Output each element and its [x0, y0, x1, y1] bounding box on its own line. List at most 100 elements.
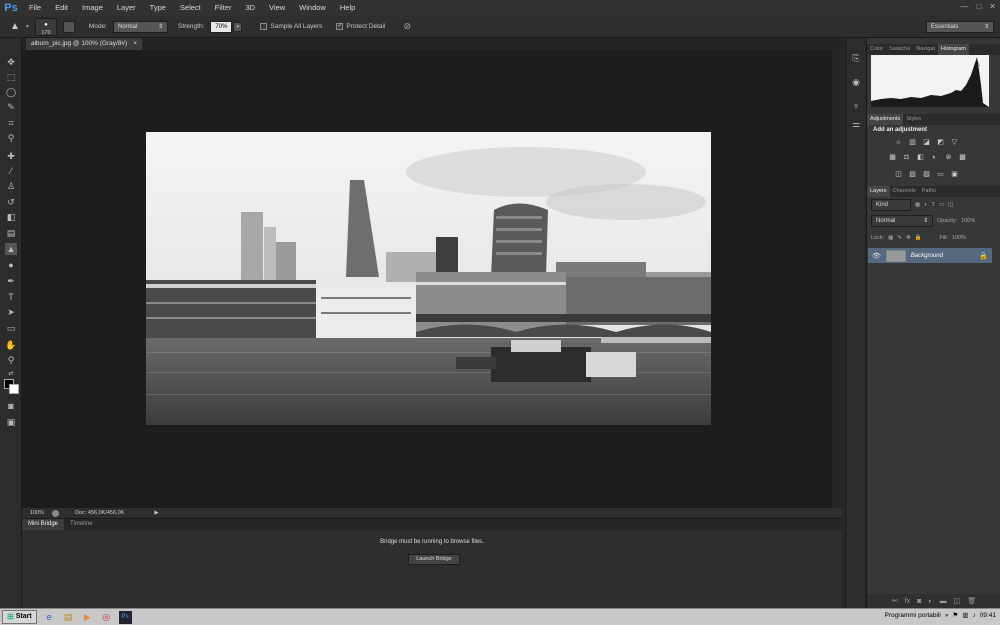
- levels-icon[interactable]: ▥: [907, 138, 918, 147]
- threshold-icon[interactable]: ▧: [921, 170, 932, 179]
- tab-mini-bridge[interactable]: Mini Bridge: [22, 519, 65, 530]
- clock[interactable]: 09:41: [980, 612, 996, 619]
- eyedropper-tool-icon[interactable]: ⚲: [5, 132, 17, 144]
- crop-tool-icon[interactable]: ⌗: [5, 117, 17, 129]
- canvas-scrollbar[interactable]: [832, 50, 842, 508]
- actions-panel-icon[interactable]: ♆: [850, 100, 862, 112]
- new-layer-icon[interactable]: ◫: [954, 597, 961, 605]
- delete-layer-icon[interactable]: 🗑: [967, 597, 976, 605]
- photoshop-taskbar-icon[interactable]: Ps: [118, 610, 132, 624]
- status-info-icon[interactable]: [52, 509, 60, 517]
- close-tab-icon[interactable]: ×: [133, 38, 137, 50]
- fill-value[interactable]: 100%: [952, 235, 966, 241]
- shape-tool-icon[interactable]: ▭: [5, 322, 17, 334]
- hand-tool-icon[interactable]: ✋: [5, 339, 17, 351]
- volume-icon[interactable]: ♪: [972, 612, 975, 619]
- brightness-icon[interactable]: ☼: [893, 138, 904, 147]
- history-panel-icon[interactable]: ⎘: [850, 52, 862, 64]
- tray-label[interactable]: Programmi portabili: [885, 612, 941, 619]
- posterize-icon[interactable]: ▨: [907, 170, 918, 179]
- protect-detail-checkbox[interactable]: ✓ Protect Detail: [336, 22, 385, 30]
- new-adjustment-icon[interactable]: ◐: [928, 598, 932, 605]
- network-icon[interactable]: ▥: [962, 611, 968, 619]
- sharpen-tool-icon[interactable]: ▲: [5, 243, 17, 255]
- color-lookup-icon[interactable]: ▩: [957, 153, 968, 162]
- menu-help[interactable]: Help: [333, 0, 362, 16]
- quick-select-tool-icon[interactable]: ✎: [5, 101, 17, 113]
- path-selection-tool-icon[interactable]: ➤: [5, 306, 17, 318]
- vibrance-icon[interactable]: ▽: [949, 138, 960, 147]
- chevron-down-icon[interactable]: ▾: [26, 23, 29, 30]
- curves-icon[interactable]: ◪: [921, 138, 932, 147]
- zoom-tool-icon[interactable]: ⚲: [5, 354, 17, 366]
- link-layers-icon[interactable]: ⚯: [892, 597, 898, 605]
- pen-tool-icon[interactable]: ✒: [5, 275, 17, 287]
- eraser-tool-icon[interactable]: ◧: [5, 211, 17, 223]
- status-menu-arrow-icon[interactable]: ▶: [154, 510, 158, 516]
- filter-type-icon[interactable]: T: [932, 202, 935, 208]
- lock-transparent-icon[interactable]: ▦: [888, 235, 893, 241]
- selective-color-icon[interactable]: ▣: [949, 170, 960, 179]
- tray-arrow-icon[interactable]: »: [945, 612, 949, 619]
- opacity-value[interactable]: 100%: [961, 218, 975, 224]
- move-tool-icon[interactable]: ✥: [5, 56, 17, 68]
- brush-size-picker[interactable]: ● 170: [34, 17, 57, 36]
- menu-edit[interactable]: Edit: [48, 0, 75, 16]
- tab-timeline[interactable]: Timeline: [64, 519, 98, 530]
- pressure-icon[interactable]: ⊘: [403, 21, 411, 32]
- lock-image-icon[interactable]: ✎: [897, 235, 902, 241]
- tab-histogram[interactable]: Histogram: [937, 44, 969, 55]
- menu-view[interactable]: View: [262, 0, 292, 16]
- menu-3d[interactable]: 3D: [238, 0, 262, 16]
- menu-select[interactable]: Select: [173, 0, 208, 16]
- tab-channels[interactable]: Channels: [890, 186, 919, 197]
- marquee-tool-icon[interactable]: ⬚: [5, 71, 17, 83]
- invert-icon[interactable]: ◫: [893, 170, 904, 179]
- clone-stamp-tool-icon[interactable]: ♙: [5, 180, 17, 192]
- menu-image[interactable]: Image: [75, 0, 110, 16]
- menu-filter[interactable]: Filter: [208, 0, 239, 16]
- filter-smart-icon[interactable]: ◫: [948, 202, 953, 208]
- tab-navigator[interactable]: Navigat: [913, 44, 938, 55]
- file-explorer-icon[interactable]: ▤: [62, 611, 75, 624]
- history-brush-tool-icon[interactable]: ↺: [5, 196, 17, 208]
- media-player-icon[interactable]: ▶: [81, 611, 94, 624]
- internet-explorer-icon[interactable]: e: [43, 611, 56, 624]
- tab-swatches[interactable]: Swatche: [886, 44, 913, 55]
- tab-color[interactable]: Color: [867, 44, 886, 55]
- dodge-tool-icon[interactable]: ●: [5, 259, 17, 271]
- channel-mixer-icon[interactable]: ⊛: [943, 153, 954, 162]
- menu-window[interactable]: Window: [292, 0, 333, 16]
- tool-presets-panel-icon[interactable]: ⚌: [850, 118, 862, 130]
- lock-all-icon[interactable]: 🔒: [915, 235, 922, 241]
- menu-file[interactable]: File: [22, 0, 48, 16]
- filter-adjustment-icon[interactable]: ◐: [924, 202, 927, 208]
- lock-position-icon[interactable]: ✥: [906, 235, 911, 241]
- gradient-tool-icon[interactable]: ▤: [5, 227, 17, 239]
- add-mask-icon[interactable]: ◙: [917, 598, 921, 605]
- close-button[interactable]: ✕: [989, 2, 996, 11]
- flag-icon[interactable]: ⚑: [952, 611, 958, 619]
- sample-all-layers-checkbox[interactable]: Sample All Layers: [260, 22, 322, 30]
- gradient-map-icon[interactable]: ▭: [935, 170, 946, 179]
- tab-paths[interactable]: Paths: [919, 186, 939, 197]
- canvas-area[interactable]: [22, 50, 842, 508]
- mode-select[interactable]: Normal ⇕: [113, 20, 168, 33]
- document-tab[interactable]: album_pic.jpg @ 100% (Gray/8#) ×: [26, 38, 142, 50]
- hue-saturation-icon[interactable]: ▦: [887, 153, 898, 162]
- workspace-select[interactable]: Essentials ⇕: [926, 21, 994, 33]
- visibility-eye-icon[interactable]: 👁: [872, 252, 881, 260]
- background-color-swatch[interactable]: [9, 384, 19, 394]
- blend-mode-select[interactable]: Normal ⇕: [871, 215, 933, 227]
- start-button[interactable]: ⊞ Start: [2, 610, 37, 624]
- tab-layers[interactable]: Layers: [867, 186, 890, 197]
- color-balance-icon[interactable]: ⚖: [901, 153, 912, 162]
- quick-mask-icon[interactable]: ◙: [5, 400, 17, 412]
- new-group-icon[interactable]: ▬: [940, 598, 947, 605]
- tab-adjustments[interactable]: Adjustments: [867, 114, 904, 125]
- kind-filter-select[interactable]: Kind: [871, 199, 911, 211]
- launch-bridge-button[interactable]: Launch Bridge: [408, 554, 460, 565]
- filter-shape-icon[interactable]: ▭: [939, 202, 944, 208]
- minimize-button[interactable]: —: [960, 2, 968, 11]
- exposure-icon[interactable]: ◩: [935, 138, 946, 147]
